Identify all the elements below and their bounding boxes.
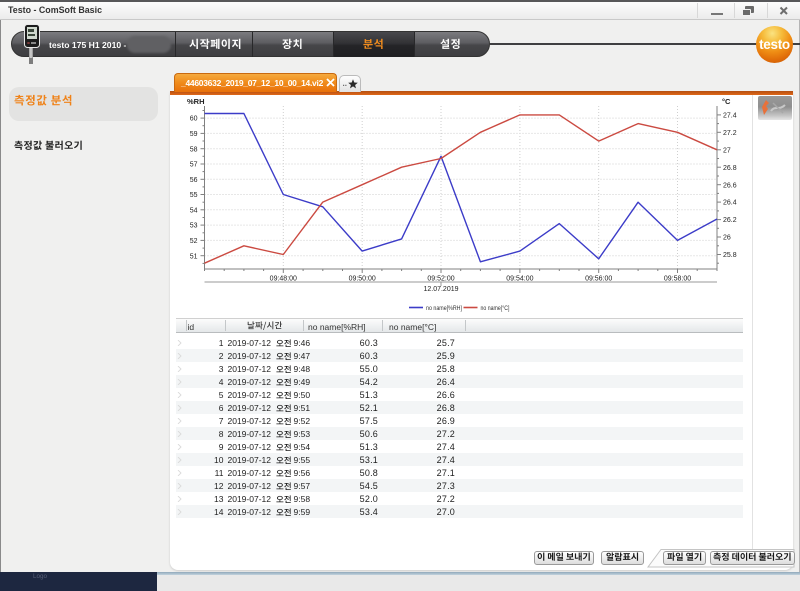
svg-text:%RH: %RH: [187, 97, 205, 106]
svg-text:09:56:00: 09:56:00: [585, 276, 612, 283]
svg-text:09:54:00: 09:54:00: [506, 276, 533, 283]
svg-text:51: 51: [190, 253, 198, 260]
svg-text:58: 58: [190, 146, 198, 153]
svg-text:53: 53: [190, 223, 198, 230]
svg-text:26.8: 26.8: [723, 165, 737, 172]
svg-text:55: 55: [190, 192, 198, 199]
svg-text:26.6: 26.6: [723, 182, 737, 189]
svg-text:no name[%RH]: no name[%RH]: [426, 305, 462, 312]
svg-text:27.2: 27.2: [723, 130, 737, 137]
svg-text:52: 52: [190, 238, 198, 245]
svg-text:59: 59: [190, 131, 198, 138]
svg-text:27: 27: [723, 147, 731, 154]
svg-text:57: 57: [190, 162, 198, 169]
svg-text:26: 26: [723, 235, 731, 242]
svg-text:60: 60: [190, 116, 198, 123]
svg-text:26.2: 26.2: [723, 217, 737, 224]
svg-text:54: 54: [190, 207, 198, 214]
svg-text:56: 56: [190, 177, 198, 184]
svg-text:27.4: 27.4: [723, 113, 737, 120]
svg-text:12.07.2019: 12.07.2019: [423, 286, 458, 293]
svg-text:26.4: 26.4: [723, 200, 737, 207]
svg-text:25.8: 25.8: [723, 252, 737, 259]
svg-text:09:52:00: 09:52:00: [427, 276, 454, 283]
svg-text:°C: °C: [722, 97, 731, 106]
svg-text:09:50:00: 09:50:00: [349, 276, 376, 283]
svg-text:no name[°C]: no name[°C]: [481, 304, 510, 312]
svg-text:09:58:00: 09:58:00: [664, 276, 691, 283]
svg-text:09:48:00: 09:48:00: [270, 276, 297, 283]
